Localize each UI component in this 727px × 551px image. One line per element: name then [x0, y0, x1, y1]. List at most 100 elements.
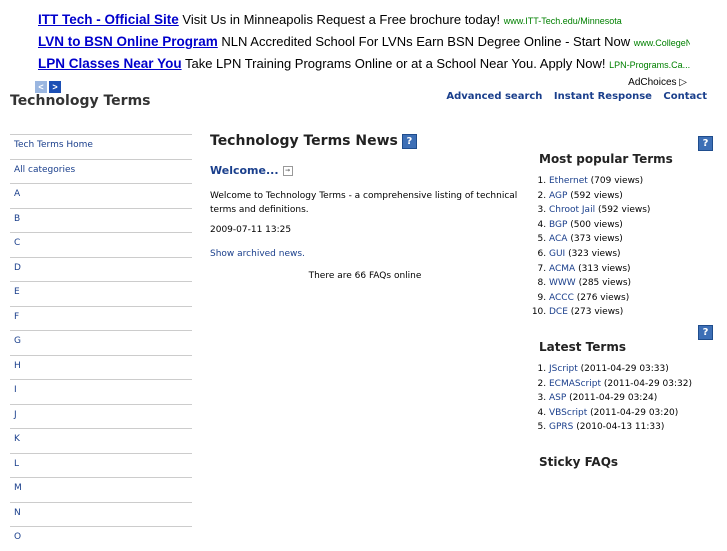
ad-row[interactable]: ITT Tech - Official Site Visit Us in Min… — [38, 9, 690, 31]
term-link[interactable]: DCE — [549, 307, 568, 317]
ad-title-link[interactable]: LPN Classes Near You — [38, 56, 182, 71]
term-link[interactable]: WWW — [549, 278, 576, 288]
view-count: (323 views) — [568, 248, 621, 259]
latest-terms-list: JScript (2011-04-29 03:33) ECMAScript (2… — [527, 362, 717, 435]
list-item: ECMAScript (2011-04-29 03:32) — [549, 377, 717, 392]
view-count: (592 views) — [597, 205, 651, 216]
latest-terms-heading: Latest Terms — [539, 339, 626, 354]
term-link[interactable]: GPRS — [549, 422, 573, 432]
news-title: Technology Terms News — [210, 133, 398, 149]
term-link[interactable]: ECMAScript — [549, 379, 601, 389]
ad-row[interactable]: LPN Classes Near You Take LPN Training P… — [38, 53, 690, 75]
term-link[interactable]: ASP — [549, 393, 566, 403]
term-date: (2010-04-13 11:33) — [576, 422, 665, 433]
help-icon[interactable]: ? — [401, 133, 417, 149]
list-item: GPRS (2010-04-13 11:33) — [549, 420, 717, 435]
view-count: (709 views) — [590, 176, 644, 186]
ad-title-link[interactable]: ITT Tech - Official Site — [38, 12, 179, 27]
view-count: (273 views) — [570, 307, 624, 318]
nav-item-k[interactable]: K — [10, 428, 192, 453]
nav-item-g[interactable]: G — [10, 330, 192, 355]
ad-row[interactable]: LVN to BSN Online Program NLN Accredited… — [38, 31, 690, 53]
term-date: (2011-04-29 03:24) — [569, 393, 658, 404]
nav-item-l[interactable]: L — [10, 452, 192, 478]
nav-item-f[interactable]: F — [10, 305, 192, 331]
faqs-online-count: There are 66 FAQs online — [308, 271, 422, 281]
term-link[interactable]: Ethernet — [549, 176, 588, 186]
term-link[interactable]: AGP — [549, 191, 567, 201]
term-link[interactable]: Chroot Jail — [549, 205, 595, 215]
ad-url[interactable]: LPN-Programs.Ca... — [609, 60, 690, 70]
term-link[interactable]: ACCC — [549, 293, 574, 303]
nav-item-i[interactable]: I — [10, 379, 192, 404]
news-body: Welcome to Technology Terms - a comprehe… — [210, 191, 518, 215]
nav-item-m[interactable]: M — [10, 477, 192, 502]
view-count: (592 views) — [570, 190, 623, 201]
news-heading: Technology Terms News? — [210, 133, 520, 149]
nav-item-b[interactable]: B — [10, 207, 192, 233]
list-item: BGP (500 views) — [549, 218, 717, 233]
instant-response-link[interactable]: Instant Response — [554, 91, 652, 102]
nav-item-d[interactable]: D — [10, 256, 192, 282]
term-link[interactable]: VBScript — [549, 408, 587, 418]
view-count: (285 views) — [578, 278, 632, 289]
right-sidebar: ? Most popular Terms Ethernet (709 views… — [527, 136, 717, 477]
ad-description: Visit Us in Minneapolis Request a Free b… — [182, 12, 501, 27]
list-item: WWW (285 views) — [549, 276, 717, 291]
view-count: (373 views) — [570, 234, 623, 245]
site-title: Technology Terms — [10, 93, 151, 109]
advanced-search-link[interactable]: Advanced search — [446, 91, 542, 102]
ad-title-link[interactable]: LVN to BSN Online Program — [38, 34, 218, 49]
adchoices-link[interactable]: AdChoices ▷ — [628, 77, 687, 88]
sticky-faqs-heading: Sticky FAQs — [539, 454, 619, 469]
nav-item-all-categories[interactable]: All categories — [10, 158, 192, 184]
list-item: ACMA (313 views) — [549, 262, 717, 277]
term-link[interactable]: ACMA — [549, 264, 575, 274]
term-link[interactable]: ACA — [549, 234, 567, 244]
contact-link[interactable]: Contact — [663, 91, 707, 102]
nav-item-c[interactable]: C — [10, 232, 192, 257]
term-link[interactable]: JScript — [549, 364, 578, 374]
term-link[interactable]: BGP — [549, 220, 567, 230]
ad-url[interactable]: www.CollegeN... — [634, 38, 690, 48]
list-item: ACA (373 views) — [549, 232, 717, 247]
ad-url[interactable]: www.ITT-Tech.edu/Minnesota — [504, 16, 622, 26]
news-item-title[interactable]: Welcome... → — [210, 164, 520, 177]
ad-description: NLN Accredited School For LVNs Earn BSN … — [221, 34, 631, 49]
ad-description: Take LPN Training Programs Online or at … — [184, 56, 606, 71]
news-date: 2009-07-11 13:25 — [210, 225, 292, 235]
list-item: Ethernet (709 views) — [549, 174, 717, 189]
category-nav: Tech Terms Home All categories A B C D E… — [10, 134, 192, 551]
view-count: (500 views) — [570, 219, 623, 230]
popular-terms-heading: Most popular Terms — [539, 152, 673, 166]
term-date: (2011-04-29 03:33) — [580, 363, 669, 374]
list-item: DCE (273 views) — [549, 305, 717, 320]
term-link[interactable]: GUI — [549, 249, 565, 259]
term-date: (2011-04-29 03:32) — [603, 378, 692, 389]
popular-terms-list: Ethernet (709 views) AGP (592 views) Chr… — [527, 174, 717, 320]
term-date: (2011-04-29 03:20) — [590, 407, 679, 418]
nav-item-home[interactable]: Tech Terms Home — [10, 134, 192, 159]
list-item: Chroot Jail (592 views) — [549, 203, 717, 218]
ad-next-button[interactable]: > — [49, 81, 61, 93]
ad-banner: ITT Tech - Official Site Visit Us in Min… — [33, 9, 693, 93]
view-count: (276 views) — [576, 292, 630, 303]
view-count: (313 views) — [578, 263, 631, 274]
nav-item-e[interactable]: E — [10, 281, 192, 306]
ad-prev-button[interactable]: < — [35, 81, 47, 93]
list-item: ASP (2011-04-29 03:24) — [549, 391, 717, 406]
nav-item-n[interactable]: N — [10, 501, 192, 527]
nav-item-a[interactable]: A — [10, 183, 192, 208]
news-item-link[interactable]: Welcome... — [210, 164, 279, 177]
expand-icon[interactable]: → — [282, 166, 293, 176]
nav-item-o[interactable]: O — [10, 526, 192, 551]
help-icon[interactable]: ? — [698, 325, 713, 340]
list-item: VBScript (2011-04-29 03:20) — [549, 406, 717, 421]
list-item: GUI (323 views) — [549, 247, 717, 262]
list-item: JScript (2011-04-29 03:33) — [549, 362, 717, 377]
nav-item-j[interactable]: J — [10, 403, 192, 429]
archived-news-link[interactable]: Show archived news. — [210, 249, 520, 259]
help-icon[interactable]: ? — [698, 136, 713, 151]
list-item: AGP (592 views) — [549, 189, 717, 204]
nav-item-h[interactable]: H — [10, 354, 192, 380]
